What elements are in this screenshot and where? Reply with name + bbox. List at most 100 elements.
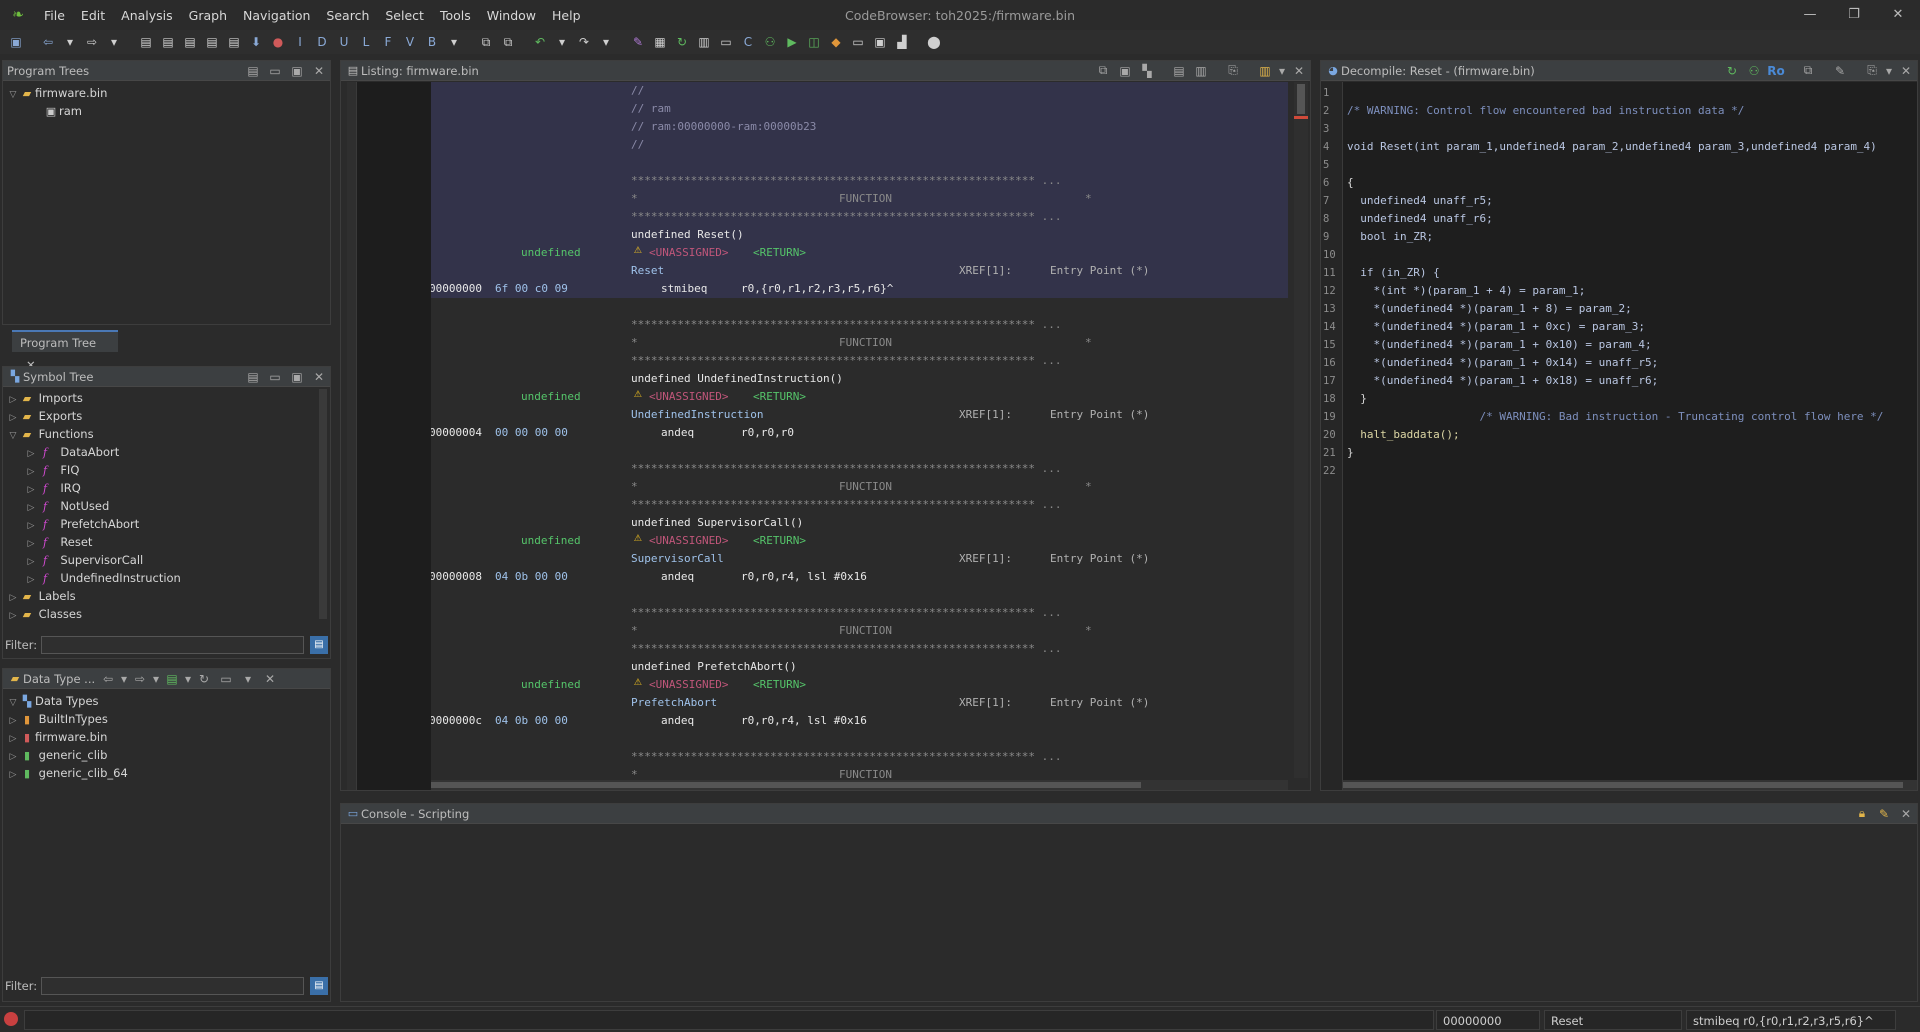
minimize-button[interactable]: — <box>1788 0 1832 30</box>
function-signature[interactable]: undefined UndefinedInstruction() <box>631 372 843 386</box>
tree-item-function[interactable]: ▷ f SupervisorCall <box>3 551 330 569</box>
menu-help[interactable]: Help <box>544 8 589 23</box>
instruction-operands[interactable]: r0,r0,r0 <box>741 426 794 440</box>
run-script-icon[interactable]: ▶ <box>782 32 802 52</box>
code-line[interactable]: *(undefined4 *)(param_1 + 0x14) = unaff_… <box>1347 356 1658 370</box>
code-line[interactable]: *(undefined4 *)(param_1 + 0x10) = param_… <box>1347 338 1651 352</box>
function-signature[interactable]: undefined PrefetchAbort() <box>631 660 797 674</box>
code-line[interactable]: void Reset(int param_1,undefined4 param_… <box>1347 140 1877 154</box>
xref-entry[interactable]: Entry Point (*) <box>1050 552 1149 566</box>
next-undefined-icon[interactable]: ▤ <box>180 32 200 52</box>
archive-icon[interactable]: ▤ <box>161 672 183 686</box>
copy-icon[interactable]: ⧉ <box>1092 63 1114 78</box>
function-signature[interactable]: undefined SupervisorCall() <box>631 516 803 530</box>
dropdown-icon[interactable]: ▾ <box>119 672 129 686</box>
menu-select[interactable]: Select <box>377 8 432 23</box>
xref-entry[interactable]: Entry Point (*) <box>1050 696 1149 710</box>
symbol-tree-scrollbar[interactable] <box>319 389 327 619</box>
instruction-mnemonic[interactable]: andeq <box>661 570 694 584</box>
task-monitor-icon[interactable] <box>4 1012 18 1026</box>
close-panel-icon[interactable]: ✕ <box>1895 807 1917 821</box>
read-only-toggle[interactable]: Ro <box>1765 64 1787 78</box>
tile-icon[interactable]: ▣ <box>870 32 890 52</box>
tree-item-firmware-types[interactable]: ▷ ▮ firmware.bin <box>3 728 330 746</box>
tree-item-exports[interactable]: ▷ ▰ Exports <box>3 407 330 425</box>
menu-graph[interactable]: Graph <box>181 8 235 23</box>
export-icon[interactable]: ▣ <box>286 64 308 78</box>
close-panel-icon[interactable]: ✕ <box>1895 64 1917 78</box>
code-line[interactable]: if (in_ZR) { <box>1347 266 1439 280</box>
back-dropdown-icon[interactable]: ▾ <box>60 32 80 52</box>
tree-item-firmware[interactable]: ▽ ▰ firmware.bin <box>3 84 330 102</box>
next-data-icon[interactable]: ▤ <box>136 32 156 52</box>
folder-icon[interactable]: ▭ <box>716 32 736 52</box>
tree-item-generic-clib[interactable]: ▷ ▮ generic_clib <box>3 746 330 764</box>
instruction-operands[interactable]: r0,{r0,r1,r2,r3,r5,r6}^ <box>741 282 893 296</box>
refresh-icon[interactable]: ↻ <box>193 672 215 686</box>
filter-options-icon[interactable]: ▤ <box>310 977 328 995</box>
function-signature[interactable]: undefined Reset() <box>631 228 744 242</box>
diff-icon[interactable]: ▥ <box>1190 64 1212 78</box>
copy-icon[interactable]: ⧉ <box>1797 63 1819 78</box>
dropdown-icon[interactable]: ▾ <box>183 672 193 686</box>
next-label-icon[interactable]: ▤ <box>202 32 222 52</box>
console-output[interactable] <box>341 825 1917 1001</box>
navigation-marker-gutter[interactable] <box>347 82 357 790</box>
close-window-button[interactable]: ✕ <box>1876 0 1920 30</box>
filter-options-icon[interactable]: ▤ <box>310 636 328 654</box>
tree-item-data-types[interactable]: ▽ ▚ Data Types <box>3 692 330 710</box>
scroll-thumb[interactable] <box>1343 782 1903 788</box>
tree-item-function[interactable]: ▷ f DataAbort <box>3 443 330 461</box>
expand-chevron-icon[interactable]: ▷ <box>7 766 19 784</box>
paste-icon[interactable]: ⧉ <box>498 32 518 52</box>
undo-icon[interactable]: ↶ <box>530 32 550 52</box>
close-panel-icon[interactable]: ✕ <box>259 672 281 686</box>
tree-item-function[interactable]: ▷ f IRQ <box>3 479 330 497</box>
back-arrow-icon[interactable]: ⇦ <box>38 32 58 52</box>
nav-b-icon[interactable]: B <box>422 32 442 52</box>
create-namespace-icon[interactable]: ▤ <box>242 370 264 384</box>
xref-label[interactable]: XREF[1]: <box>959 408 1012 422</box>
instruction-address[interactable]: 00000008 <box>431 570 482 584</box>
instruction-address[interactable]: 00000004 <box>431 426 482 440</box>
code-line[interactable]: /* WARNING: Bad instruction - Truncating… <box>1347 410 1883 424</box>
xref-entry[interactable]: Entry Point (*) <box>1050 264 1149 278</box>
decompile-body[interactable]: 1 2 3 4 5 6 7 8 9 10 11 12 13 14 15 16 17 18 19 20 21 22 /* W… <box>1321 82 1917 790</box>
nav-l-icon[interactable]: L <box>356 32 376 52</box>
xref-label[interactable]: XREF[1]: <box>959 264 1012 278</box>
tree-item-function[interactable]: ▷ f FIQ <box>3 461 330 479</box>
tree-item-builtin[interactable]: ▷ ▮ BuiltInTypes <box>3 710 330 728</box>
nav-u-icon[interactable]: U <box>334 32 354 52</box>
edit-signature-icon[interactable]: ✎ <box>1829 64 1851 78</box>
tab-program-tree[interactable]: Program Tree ✕ <box>12 330 118 372</box>
listing-content[interactable]: // // ram // ram:00000000-ram:00000b23 /… <box>431 82 1288 778</box>
next-function-icon[interactable]: ▤ <box>224 32 244 52</box>
redo-dropdown-icon[interactable]: ▾ <box>596 32 616 52</box>
code-line[interactable]: } <box>1347 446 1354 460</box>
stop-icon[interactable]: ● <box>268 32 288 52</box>
nav-i-icon[interactable]: I <box>290 32 310 52</box>
decompile-horizontal-scrollbar[interactable] <box>1343 780 1917 790</box>
close-panel-icon[interactable]: ✕ <box>1288 64 1310 78</box>
nav-dropdown-icon[interactable]: ▾ <box>444 32 464 52</box>
function-label[interactable]: Reset <box>631 264 664 278</box>
back-arrow-icon[interactable]: ⇦ <box>97 672 119 686</box>
diamond-icon[interactable]: ◆ <box>826 32 846 52</box>
copy-icon[interactable]: ⧉ <box>476 32 496 52</box>
undo-dropdown-icon[interactable]: ▾ <box>552 32 572 52</box>
refresh-icon[interactable]: ↻ <box>1721 64 1743 78</box>
menu-navigation[interactable]: Navigation <box>235 8 318 23</box>
refresh-icon[interactable]: ↻ <box>672 32 692 52</box>
memory-map-icon[interactable]: ▦ <box>650 32 670 52</box>
instruction-operands[interactable]: r0,r0,r4, lsl #0x16 <box>741 714 867 728</box>
code-line[interactable]: { <box>1347 176 1354 190</box>
tree-item-generic-clib-64[interactable]: ▷ ▮ generic_clib_64 <box>3 764 330 782</box>
listing-vertical-scrollbar[interactable] <box>1294 82 1308 778</box>
function-label[interactable]: PrefetchAbort <box>631 696 717 710</box>
menu-edit[interactable]: Edit <box>73 8 113 23</box>
menu-dropdown-icon[interactable]: ▾ <box>237 672 259 686</box>
redo-icon[interactable]: ↷ <box>574 32 594 52</box>
script-manager-icon[interactable]: ◫ <box>804 32 824 52</box>
down-arrow-icon[interactable]: ⬇ <box>246 32 266 52</box>
nav-d-icon[interactable]: D <box>312 32 332 52</box>
